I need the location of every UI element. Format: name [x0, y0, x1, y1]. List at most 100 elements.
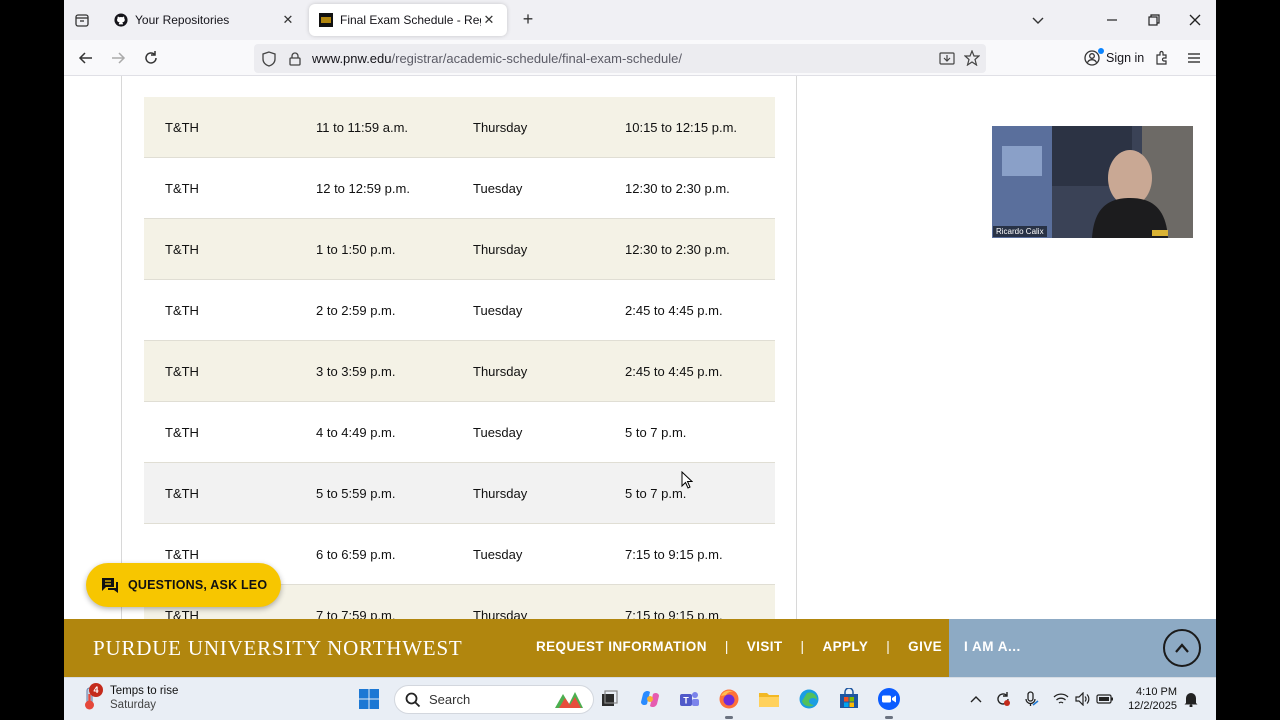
download-page-icon[interactable] — [936, 47, 958, 69]
search-highlight-icon — [555, 691, 583, 708]
address-bar[interactable]: www.pnw.edu/registrar/academic-schedule/… — [254, 44, 986, 73]
back-arrow-icon[interactable] — [72, 44, 100, 72]
participant-name: Ricardo Calix — [993, 226, 1047, 237]
tab-title: Final Exam Schedule - Registrar — [340, 13, 481, 27]
give-link[interactable]: GIVE — [908, 639, 942, 654]
days-cell: T&TH — [165, 485, 199, 501]
minimize-button[interactable] — [1098, 6, 1126, 34]
site-footer-bar: PURDUE UNIVERSITY NORTHWEST REQUEST INFO… — [64, 619, 1216, 677]
exam-time-cell: 2:45 to 4:45 p.m. — [625, 302, 723, 318]
exam-day-cell: Thursday — [473, 607, 528, 620]
i-am-a-menu[interactable]: I AM A... — [964, 639, 1021, 654]
apply-link[interactable]: APPLY — [822, 639, 868, 654]
class-time-cell: 5 to 5:59 p.m. — [316, 485, 396, 501]
weather-subtitle: Saturday — [110, 699, 157, 711]
days-cell: T&TH — [165, 363, 199, 379]
sign-in-button[interactable]: Sign in — [1078, 45, 1150, 71]
tab-overflow-chevron-icon[interactable] — [1024, 6, 1052, 34]
browser-window: Your Repositories ✕ Final Exam Schedule … — [64, 0, 1216, 720]
table-row: T&TH 4 to 4:49 p.m. Tuesday 5 to 7 p.m. — [144, 402, 775, 463]
system-clock[interactable]: 4:10 PM 12/2/2025 — [1120, 685, 1177, 713]
bookmark-star-icon[interactable] — [961, 47, 983, 69]
visit-link[interactable]: VISIT — [747, 639, 783, 654]
days-cell: T&TH — [165, 546, 199, 562]
class-time-cell: 7 to 7:59 p.m. — [316, 607, 396, 620]
teams-icon[interactable]: T — [676, 686, 702, 712]
scroll-to-top-button[interactable] — [1163, 629, 1201, 667]
chat-bubble-icon — [100, 576, 120, 594]
tracking-shield-icon[interactable] — [258, 48, 280, 70]
volume-icon[interactable] — [1074, 690, 1092, 708]
sign-in-label: Sign in — [1106, 51, 1145, 65]
zoom-icon[interactable] — [876, 686, 902, 712]
exam-time-cell: 12:30 to 2:30 p.m. — [625, 180, 730, 196]
github-icon — [114, 13, 128, 27]
exam-day-cell: Thursday — [473, 363, 528, 379]
link-separator: | — [724, 639, 729, 654]
exam-time-cell: 7:15 to 9:15 p.m. — [625, 607, 723, 620]
link-separator: | — [800, 639, 805, 654]
firefox-icon[interactable] — [716, 686, 742, 712]
thermometer-icon: 4 — [80, 683, 103, 712]
ask-leo-chat-button[interactable]: QUESTIONS, ASK LEO — [86, 563, 281, 607]
hamburger-menu-icon[interactable] — [1180, 44, 1208, 72]
tab-strip: Your Repositories ✕ Final Exam Schedule … — [64, 0, 1216, 40]
footer-links: REQUEST INFORMATION | VISIT | APPLY | GI… — [536, 639, 942, 654]
battery-icon[interactable] — [1096, 690, 1114, 708]
show-hidden-icons-chevron-icon[interactable] — [967, 690, 985, 708]
close-icon[interactable]: ✕ — [280, 12, 296, 28]
lock-icon[interactable] — [284, 48, 306, 70]
exam-time-cell: 7:15 to 9:15 p.m. — [625, 546, 723, 562]
table-row: T&TH 11 to 11:59 a.m. Thursday 10:15 to … — [144, 97, 775, 158]
class-time-cell: 4 to 4:49 p.m. — [316, 424, 396, 440]
university-brand[interactable]: PURDUE UNIVERSITY NORTHWEST — [93, 636, 463, 661]
weather-widget[interactable]: 4 Temps to rise Saturday — [80, 683, 178, 712]
wifi-icon[interactable] — [1052, 690, 1070, 708]
tab-your-repositories[interactable]: Your Repositories ✕ — [104, 4, 306, 36]
clock-date: 12/2/2025 — [1128, 700, 1177, 712]
weather-badge: 4 — [89, 683, 103, 697]
table-row: T&TH 1 to 1:50 p.m. Thursday 12:30 to 2:… — [144, 219, 775, 280]
tab-final-exam-schedule[interactable]: Final Exam Schedule - Registrar ✕ — [309, 4, 507, 36]
class-time-cell: 12 to 12:59 p.m. — [316, 180, 410, 196]
exam-day-cell: Thursday — [473, 241, 528, 257]
new-tab-button[interactable]: + — [516, 8, 540, 32]
webcam-feed-image — [992, 126, 1193, 238]
ask-leo-label: QUESTIONS, ASK LEO — [128, 578, 268, 592]
navigation-bar: www.pnw.edu/registrar/academic-schedule/… — [64, 40, 1216, 76]
edge-icon[interactable] — [796, 686, 822, 712]
copilot-icon[interactable] — [637, 686, 663, 712]
microsoft-store-icon[interactable] — [836, 686, 862, 712]
table-row: T&TH 12 to 12:59 p.m. Tuesday 12:30 to 2… — [144, 158, 775, 219]
webcam-video-overlay[interactable]: Ricardo Calix — [992, 126, 1193, 238]
days-cell: T&TH — [165, 241, 199, 257]
taskbar-search-box[interactable]: Search — [394, 685, 594, 714]
page-content: T&TH 11 to 11:59 a.m. Thursday 10:15 to … — [64, 76, 1216, 619]
restore-button[interactable] — [1140, 6, 1168, 34]
file-explorer-icon[interactable] — [756, 686, 782, 712]
task-view-icon[interactable] — [596, 686, 622, 712]
extensions-icon[interactable] — [1148, 44, 1176, 72]
notification-bell-icon[interactable] — [1182, 690, 1200, 708]
close-icon[interactable]: ✕ — [481, 12, 497, 28]
footer-iam-section: I AM A... — [949, 619, 1216, 677]
pnw-icon — [319, 13, 333, 27]
tab-title: Your Repositories — [135, 13, 230, 27]
class-time-cell: 2 to 2:59 p.m. — [316, 302, 396, 318]
forward-arrow-icon[interactable] — [104, 44, 132, 72]
windows-start-icon[interactable] — [356, 686, 382, 712]
close-window-button[interactable] — [1181, 6, 1209, 34]
taskbar: 4 Temps to rise Saturday Search T 4:10 P… — [64, 677, 1216, 720]
class-time-cell: 11 to 11:59 a.m. — [316, 119, 409, 135]
class-time-cell: 1 to 1:50 p.m. — [316, 241, 396, 257]
tab-list-icon[interactable] — [68, 6, 96, 34]
content-divider — [796, 76, 797, 619]
sync-icon[interactable] — [994, 690, 1012, 708]
exam-time-cell: 5 to 7 p.m. — [625, 485, 687, 501]
microphone-icon[interactable] — [1022, 690, 1040, 708]
request-information-link[interactable]: REQUEST INFORMATION — [536, 639, 707, 654]
exam-time-cell: 12:30 to 2:30 p.m. — [625, 241, 730, 257]
search-label: Search — [429, 692, 471, 707]
reload-icon[interactable] — [137, 44, 165, 72]
url-host: www.pnw.edu — [312, 51, 392, 66]
